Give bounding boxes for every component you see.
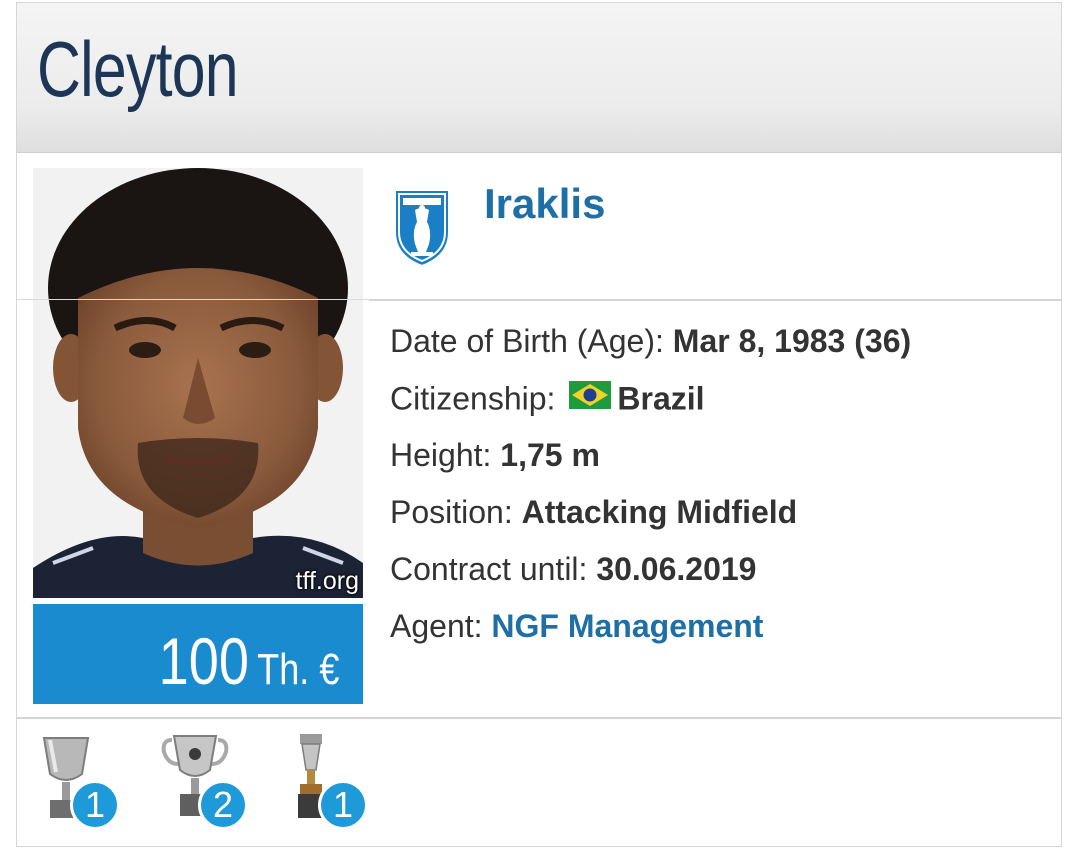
club-name[interactable]: Iraklis [484, 180, 605, 228]
fact-label: Height: [390, 437, 492, 473]
player-photo-image [33, 168, 363, 598]
fact-agent: Agent: NGF Management [390, 601, 763, 651]
fact-value: 1,75 m [500, 437, 600, 473]
fact-height: Height: 1,75 m [390, 430, 600, 480]
market-value-unit: Th. € [256, 645, 339, 694]
fact-value: 30.06.2019 [596, 551, 757, 587]
fact-contract-until: Contract until: 30.06.2019 [390, 544, 756, 594]
fact-label: Citizenship: [390, 380, 556, 417]
trophy-count-badge: 1 [70, 780, 120, 830]
fact-date-of-birth: Date of Birth (Age): Mar 8, 1983 (36) [390, 316, 911, 366]
trophy-item[interactable]: 1 [36, 730, 126, 830]
fact-citizenship: Citizenship: Brazil [390, 373, 705, 429]
market-value: 100 Th. € [158, 626, 339, 705]
trophy-item[interactable]: 1 [288, 730, 378, 830]
fact-value: Mar 8, 1983 (36) [672, 323, 912, 359]
divider [369, 299, 1061, 301]
fact-label: Agent: [390, 608, 483, 644]
fact-label: Contract until: [390, 551, 588, 587]
fact-label: Date of Birth (Age): [390, 323, 664, 359]
market-value-amount: 100 [158, 624, 249, 698]
trophy-item[interactable]: 2 [160, 730, 250, 830]
brazil-flag-icon [569, 373, 612, 423]
player-photo[interactable]: tff.org [33, 168, 363, 598]
fact-position: Position: Attacking Midfield [390, 487, 797, 537]
fact-value: Attacking Midfield [521, 494, 798, 530]
market-value-box[interactable]: 100 Th. € [33, 604, 363, 704]
fact-value: Brazil [617, 380, 705, 417]
divider [17, 299, 369, 300]
trophy-count-badge: 1 [318, 780, 368, 830]
divider [17, 717, 1061, 719]
player-name: Cleyton [37, 25, 239, 113]
trophy-count-badge: 2 [198, 780, 248, 830]
fact-label: Position: [390, 494, 513, 530]
agent-link[interactable]: NGF Management [491, 608, 763, 644]
photo-credit: tff.org [295, 567, 359, 595]
profile-header: Cleyton [17, 3, 1061, 153]
iraklis-crest-icon[interactable] [391, 186, 453, 268]
